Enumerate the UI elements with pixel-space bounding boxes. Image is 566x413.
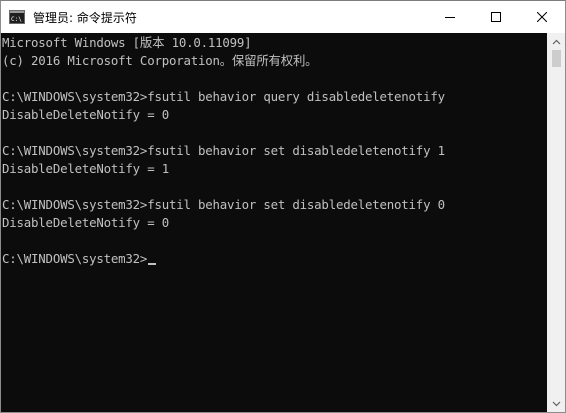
- svg-text:C:\: C:\: [11, 16, 22, 23]
- console-line: C:\WINDOWS\system32>fsutil behavior quer…: [2, 89, 445, 104]
- console-lines: Microsoft Windows [版本 10.0.11099] (c) 20…: [2, 34, 445, 268]
- command-prompt-window: C:\ 管理员: 命令提示符 Microsoft Windows [版本 10.…: [0, 0, 566, 413]
- scroll-up-arrow-icon: [552, 39, 561, 44]
- console-line: (c) 2016 Microsoft Corporation。保留所有权利。: [2, 53, 318, 68]
- console-line: DisableDeleteNotify = 0: [2, 107, 169, 122]
- minimize-icon: [445, 17, 455, 18]
- console-prompt-line[interactable]: C:\WINDOWS\system32>: [2, 250, 445, 268]
- window-title: 管理员: 命令提示符: [33, 10, 137, 25]
- scroll-down-arrow-icon: [552, 401, 561, 406]
- console-line: Microsoft Windows [版本 10.0.11099]: [2, 35, 252, 50]
- scroll-down-button[interactable]: [548, 395, 565, 412]
- scroll-up-button[interactable]: [548, 33, 565, 50]
- minimize-button[interactable]: [427, 1, 473, 33]
- console-line: DisableDeleteNotify = 0: [2, 215, 169, 230]
- maximize-button[interactable]: [473, 1, 519, 33]
- cmd-app-icon[interactable]: C:\: [9, 9, 25, 25]
- scroll-thumb[interactable]: [552, 50, 561, 67]
- text-cursor: [148, 263, 157, 265]
- title-bar[interactable]: C:\ 管理员: 命令提示符: [1, 1, 565, 33]
- console-line: C:\WINDOWS\system32>fsutil behavior set …: [2, 143, 445, 158]
- vertical-scrollbar[interactable]: [547, 33, 565, 412]
- caption-buttons: [427, 1, 565, 33]
- close-icon: [537, 12, 547, 22]
- console-line: C:\WINDOWS\system32>fsutil behavior set …: [2, 197, 445, 212]
- console-output-area[interactable]: Microsoft Windows [版本 10.0.11099] (c) 20…: [1, 33, 547, 412]
- close-button[interactable]: [519, 1, 565, 33]
- maximize-icon: [491, 12, 501, 22]
- prompt-text: C:\WINDOWS\system32>: [2, 251, 148, 266]
- console-line: DisableDeleteNotify = 1: [2, 161, 169, 176]
